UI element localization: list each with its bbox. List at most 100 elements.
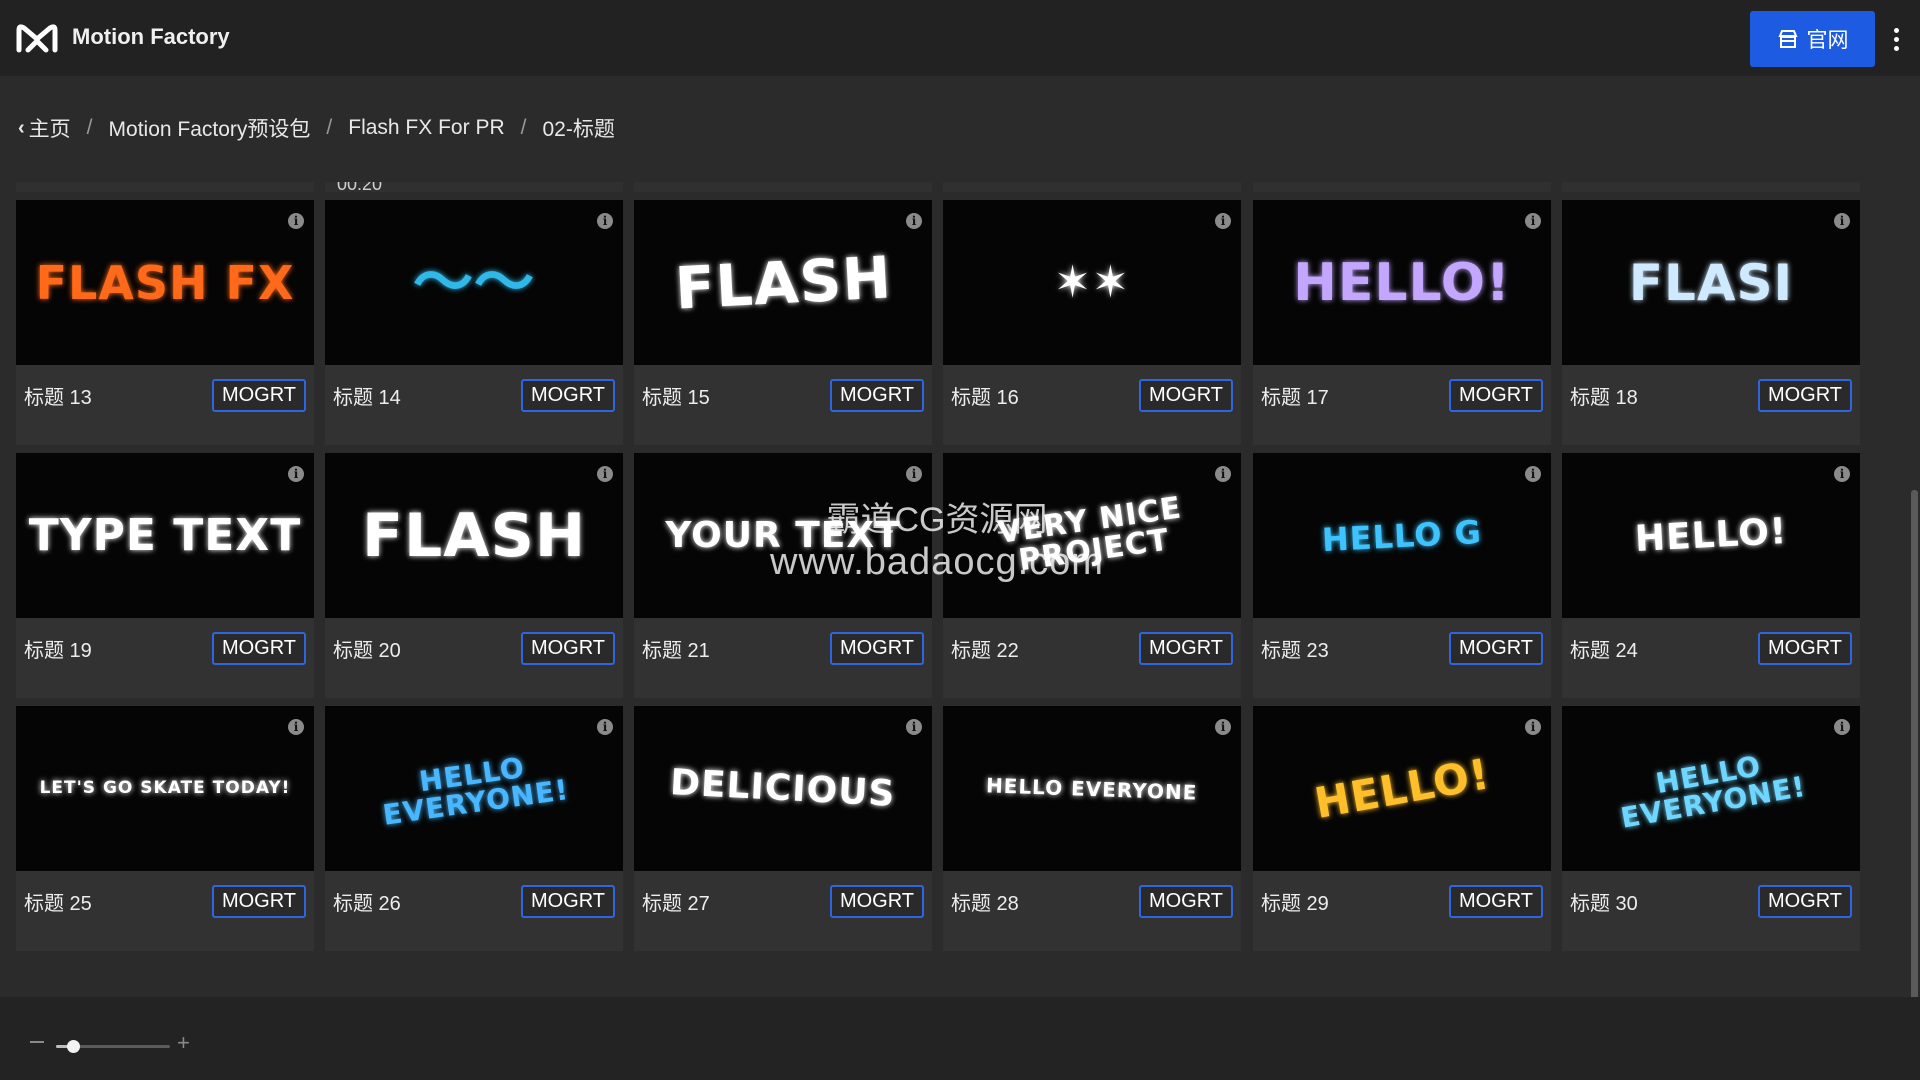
mogrt-button[interactable]: MOGRT <box>1449 379 1543 412</box>
mogrt-button[interactable]: MOGRT <box>212 379 306 412</box>
preset-card[interactable]: VERY NICE PROJECT i 标题 22 MOGRT <box>943 453 1241 698</box>
preset-card[interactable]: 〜〜 i 标题 14 MOGRT <box>325 200 623 445</box>
preset-card[interactable]: HELLO! i 标题 29 MOGRT <box>1253 706 1551 951</box>
thumbnail-title-art: HELLO! <box>1633 510 1789 560</box>
preset-thumbnail[interactable]: LET'S GO SKATE TODAY! i <box>16 706 314 871</box>
preset-card-label: 标题 29 <box>1261 893 1329 915</box>
mogrt-button[interactable]: MOGRT <box>521 379 615 412</box>
preset-card[interactable]: HELLO EVERYONE i 标题 28 MOGRT <box>943 706 1241 951</box>
preset-thumbnail[interactable]: HELLO G i <box>1253 453 1551 618</box>
preset-thumbnail[interactable]: 〜〜 i <box>325 200 623 365</box>
info-icon[interactable]: i <box>288 719 304 735</box>
zoom-in-icon[interactable]: + <box>177 1032 190 1054</box>
vertical-scrollbar[interactable] <box>1911 490 1918 1000</box>
mogrt-button[interactable]: MOGRT <box>1758 379 1852 412</box>
preset-thumbnail[interactable]: HELLO! i <box>1253 706 1551 871</box>
preset-card-label: 标题 18 <box>1570 387 1638 409</box>
zoom-out-icon[interactable] <box>30 1041 44 1043</box>
preset-card[interactable]: FLASH i 标题 15 MOGRT <box>634 200 932 445</box>
mogrt-button[interactable]: MOGRT <box>1758 885 1852 918</box>
preset-thumbnail[interactable]: HELLO EVERYONE! i <box>325 706 623 871</box>
breadcrumb-item-preset-pack[interactable]: Motion Factory预设包 <box>109 113 311 143</box>
mogrt-button[interactable]: MOGRT <box>1139 885 1233 918</box>
info-icon[interactable]: i <box>597 213 613 229</box>
preset-card[interactable]: FLASH i 标题 20 MOGRT <box>325 453 623 698</box>
info-icon[interactable]: i <box>597 719 613 735</box>
more-menu-button[interactable] <box>1886 22 1906 56</box>
breadcrumb-item-flash-fx[interactable]: Flash FX For PR <box>348 116 504 140</box>
preset-card-label: 标题 28 <box>951 893 1019 915</box>
info-icon[interactable]: i <box>906 719 922 735</box>
preset-thumbnail[interactable]: VERY NICE PROJECT i <box>943 453 1241 618</box>
info-icon[interactable]: i <box>1215 466 1231 482</box>
thumbnail-title-art: HELLO EVERYONE! <box>1618 748 1809 835</box>
preset-card-label: 标题 22 <box>951 640 1019 662</box>
preset-card[interactable]: HELLO EVERYONE! i 标题 26 MOGRT <box>325 706 623 951</box>
thumbnail-title-art: FLASH <box>672 242 894 323</box>
mogrt-button[interactable]: MOGRT <box>830 379 924 412</box>
mogrt-button[interactable]: MOGRT <box>830 885 924 918</box>
info-icon[interactable]: i <box>906 466 922 482</box>
thumbnail-title-art: TYPE TEXT <box>28 509 302 561</box>
preset-card[interactable]: DELICIOUS i 标题 27 MOGRT <box>634 706 932 951</box>
thumbnail-title-art: LET'S GO SKATE TODAY! <box>39 778 291 798</box>
preset-card[interactable]: HELLO G i 标题 23 MOGRT <box>1253 453 1551 698</box>
thumbnail-title-art: FLASI <box>1628 253 1794 312</box>
motion-factory-logo-icon[interactable] <box>16 22 58 54</box>
info-icon[interactable]: i <box>1834 213 1850 229</box>
info-icon[interactable]: i <box>288 213 304 229</box>
preset-card[interactable]: HELLO! i 标题 17 MOGRT <box>1253 200 1551 445</box>
mogrt-button[interactable]: MOGRT <box>1449 885 1543 918</box>
preset-card[interactable]: YOUR TEXT i 标题 21 MOGRT <box>634 453 932 698</box>
preset-card[interactable]: HELLO! i 标题 24 MOGRT <box>1562 453 1860 698</box>
preset-card[interactable]: FLASH FX i 标题 13 MOGRT <box>16 200 314 445</box>
breadcrumb-home-label: 主页 <box>28 118 71 141</box>
preset-thumbnail[interactable]: FLASH i <box>325 453 623 618</box>
info-icon[interactable]: i <box>288 466 304 482</box>
preset-thumbnail[interactable]: FLASI i <box>1562 200 1860 365</box>
preset-thumbnail[interactable]: TYPE TEXT i <box>16 453 314 618</box>
mogrt-button[interactable]: MOGRT <box>212 632 306 665</box>
mogrt-button[interactable]: MOGRT <box>1758 632 1852 665</box>
preset-thumbnail[interactable]: FLASH FX i <box>16 200 314 365</box>
info-icon[interactable]: i <box>1525 213 1541 229</box>
preset-thumbnail[interactable]: FLASH i <box>634 200 932 365</box>
mogrt-button[interactable]: MOGRT <box>830 632 924 665</box>
preset-thumbnail[interactable]: YOUR TEXT i <box>634 453 932 618</box>
breadcrumb: ‹ 主页 / Motion Factory预设包 / Flash FX For … <box>18 113 615 143</box>
mogrt-button[interactable]: MOGRT <box>521 632 615 665</box>
preset-card[interactable]: TYPE TEXT i 标题 19 MOGRT <box>16 453 314 698</box>
official-site-button[interactable]: 官网 <box>1750 11 1875 67</box>
preset-card[interactable]: LET'S GO SKATE TODAY! i 标题 25 MOGRT <box>16 706 314 951</box>
breadcrumb-item-current: 02-标题 <box>542 118 615 141</box>
mogrt-button[interactable]: MOGRT <box>1139 379 1233 412</box>
mogrt-button[interactable]: MOGRT <box>212 885 306 918</box>
mogrt-button[interactable]: MOGRT <box>521 885 615 918</box>
info-icon[interactable]: i <box>1834 466 1850 482</box>
info-icon[interactable]: i <box>906 213 922 229</box>
info-icon[interactable]: i <box>1525 719 1541 735</box>
info-icon[interactable]: i <box>1525 466 1541 482</box>
zoom-slider[interactable] <box>56 1040 170 1053</box>
info-icon[interactable]: i <box>1215 719 1231 735</box>
preset-thumbnail[interactable]: DELICIOUS i <box>634 706 932 871</box>
preset-thumbnail[interactable]: HELLO EVERYONE i <box>943 706 1241 871</box>
zoom-slider-handle[interactable] <box>67 1040 81 1053</box>
preset-thumbnail[interactable]: HELLO EVERYONE! i <box>1562 706 1860 871</box>
mogrt-button[interactable]: MOGRT <box>1449 632 1543 665</box>
info-icon[interactable]: i <box>1834 719 1850 735</box>
preset-card[interactable]: FLASI i 标题 18 MOGRT <box>1562 200 1860 445</box>
preset-thumbnail[interactable]: ✶✶ i <box>943 200 1241 365</box>
breadcrumb-separator: / <box>86 116 93 139</box>
info-icon[interactable]: i <box>1215 213 1231 229</box>
preset-card[interactable]: ✶✶ i 标题 16 MOGRT <box>943 200 1241 445</box>
breadcrumb-home[interactable]: ‹ 主页 <box>18 113 71 143</box>
preset-thumbnail[interactable]: HELLO! i <box>1562 453 1860 618</box>
mogrt-button[interactable]: MOGRT <box>1139 632 1233 665</box>
chevron-left-icon: ‹ <box>18 116 25 139</box>
preset-card[interactable]: HELLO EVERYONE! i 标题 30 MOGRT <box>1562 706 1860 951</box>
thumbnail-title-art: VERY NICE PROJECT <box>995 489 1184 578</box>
info-icon[interactable]: i <box>597 466 613 482</box>
breadcrumb-separator: / <box>326 116 333 139</box>
preset-thumbnail[interactable]: HELLO! i <box>1253 200 1551 365</box>
